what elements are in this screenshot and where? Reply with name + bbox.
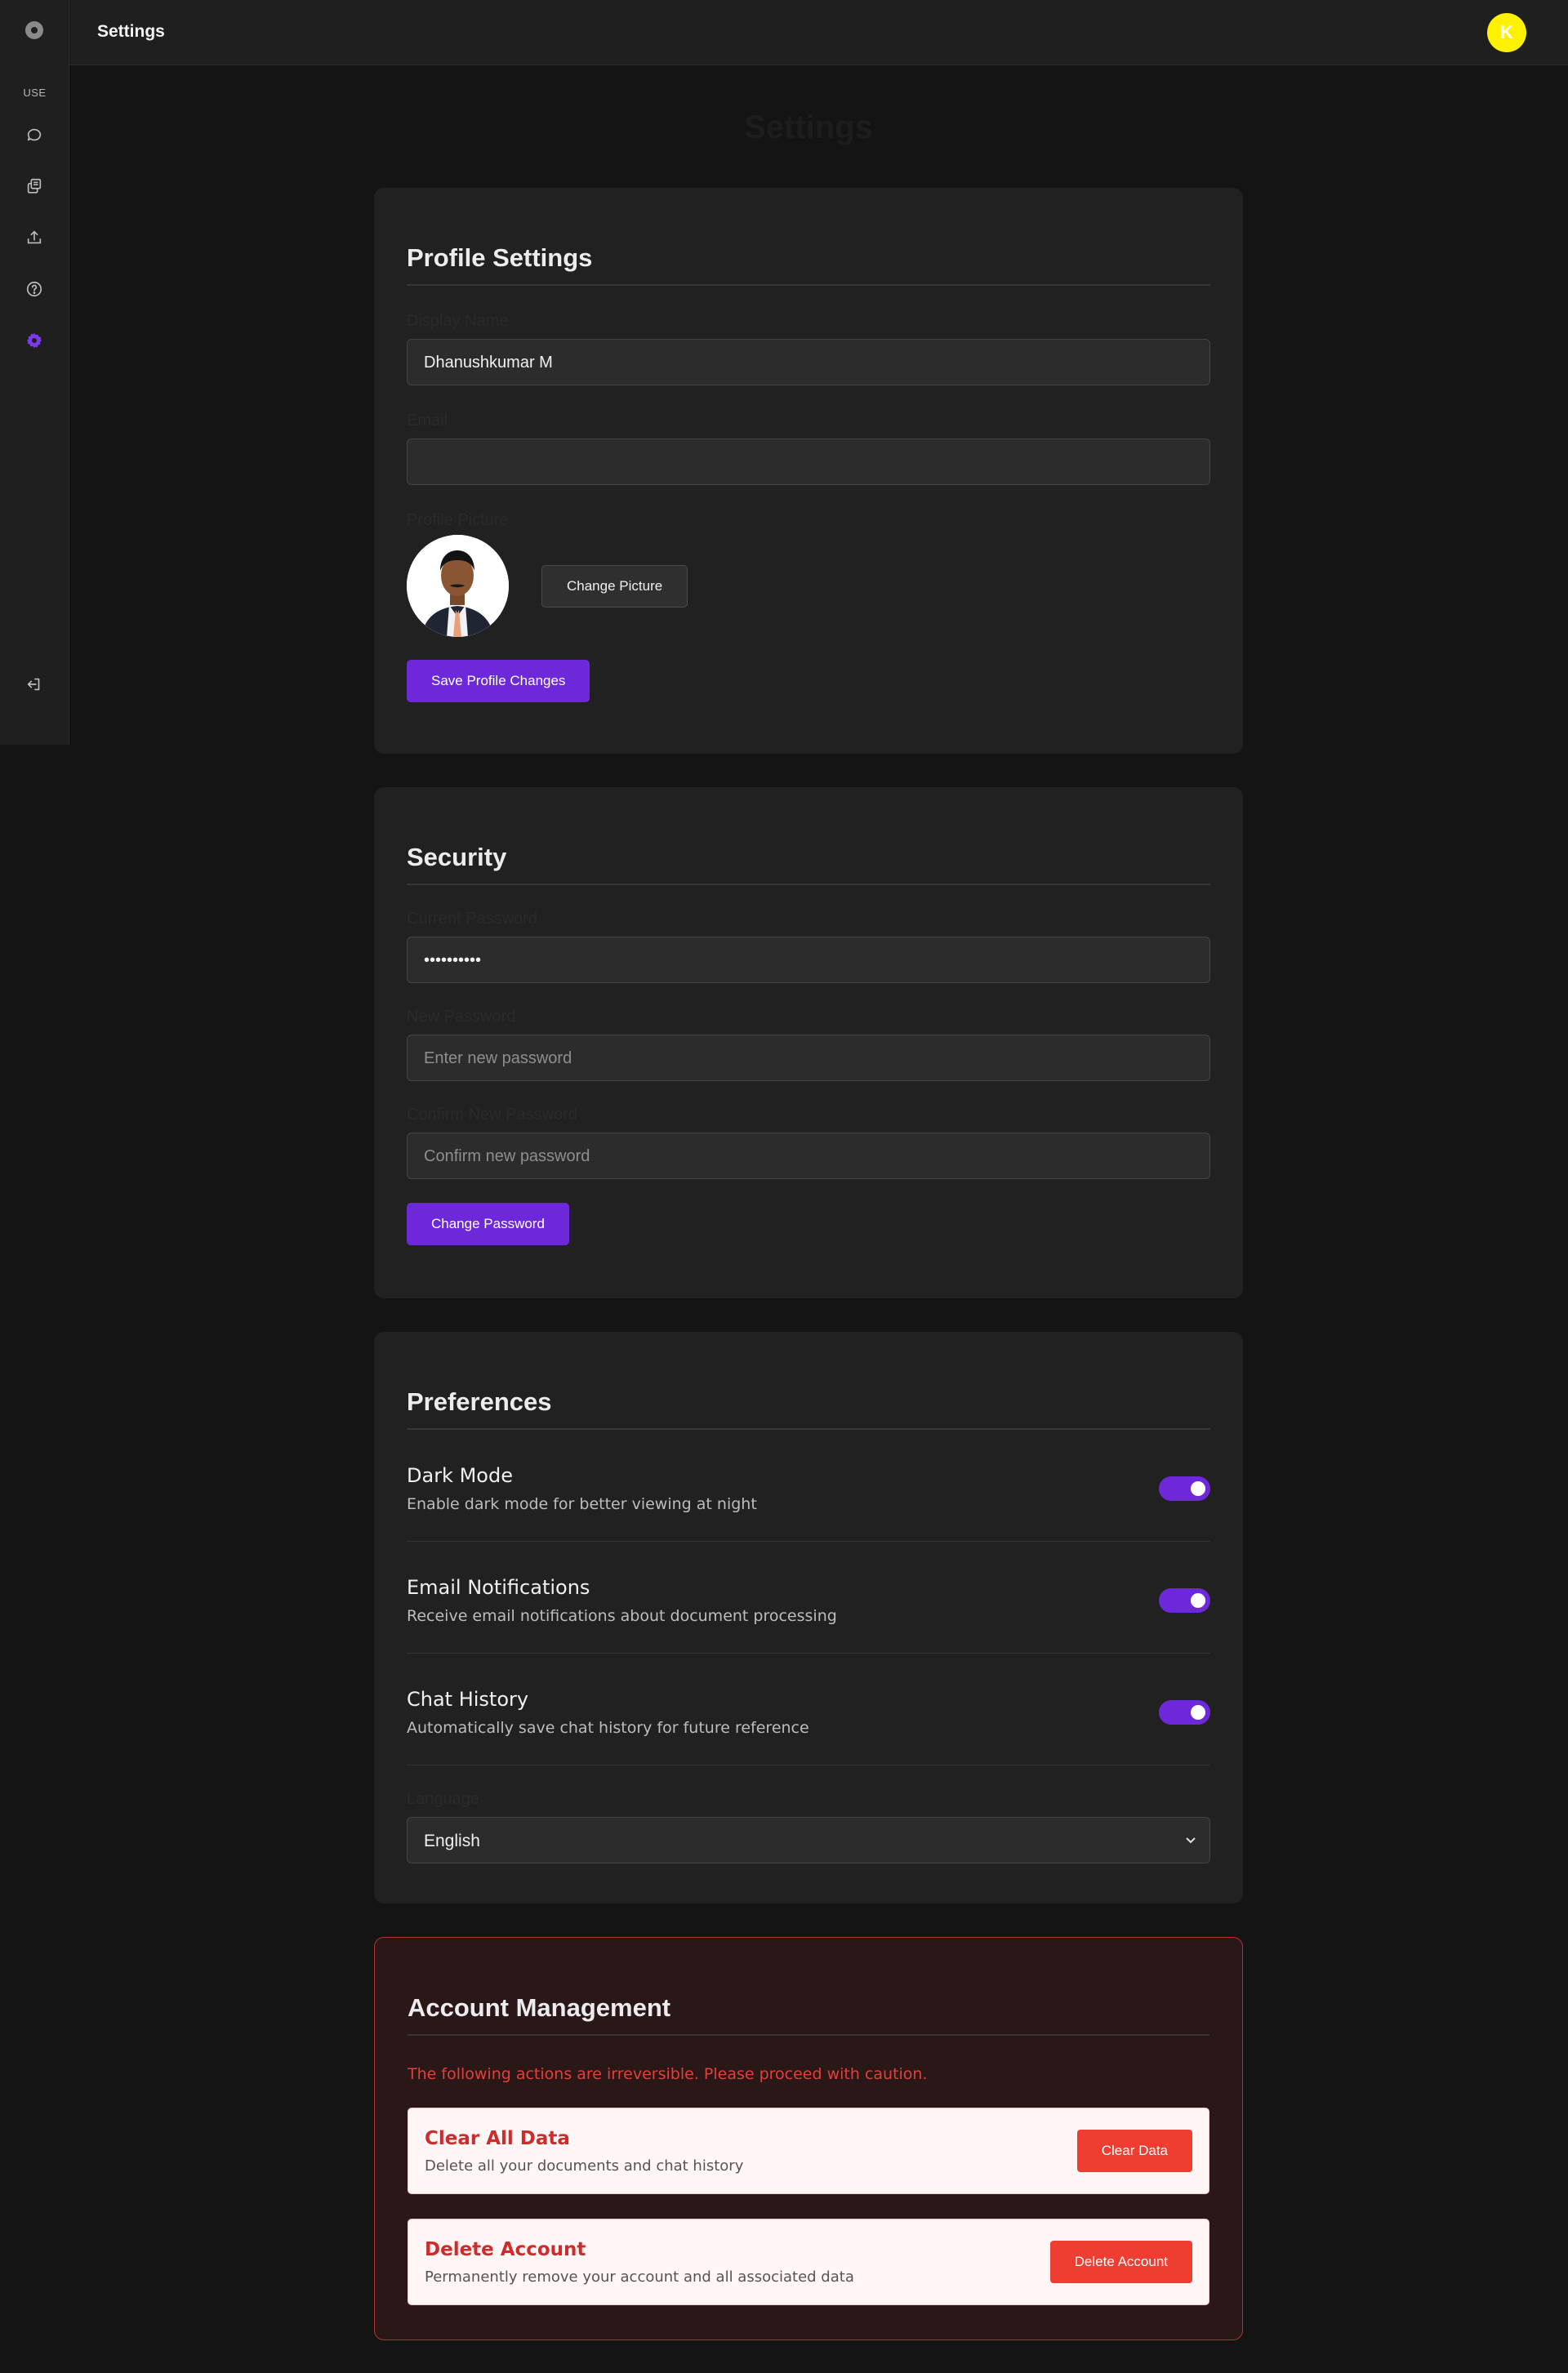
email-label: Email (407, 412, 448, 430)
section-title: Security (407, 787, 1210, 885)
security-card: Security Current Password •••••••••• New… (374, 787, 1243, 1298)
pref-title: Email Notifications (407, 1576, 590, 1599)
email-input[interactable] (407, 439, 1210, 485)
account-management-card: Account Management The following actions… (374, 1937, 1243, 2340)
new-password-label: New Password (407, 1008, 516, 1026)
pref-title: Chat History (407, 1688, 529, 1711)
documents-icon[interactable] (23, 175, 46, 198)
danger-warning: The following actions are irreversible. … (408, 2065, 928, 2083)
chat-history-toggle[interactable] (1159, 1700, 1210, 1725)
chevron-down-icon (1186, 1837, 1196, 1844)
upload-icon[interactable] (23, 226, 46, 249)
display-name-input[interactable]: Dhanushkumar M (407, 339, 1210, 385)
display-name-label: Display Name (407, 312, 509, 330)
pref-desc: Automatically save chat history for futu… (407, 1719, 809, 1737)
section-title: Account Management (408, 1938, 1209, 2036)
delete-account-item: Delete Account Permanently remove your a… (408, 2219, 1209, 2305)
page-heading: Settings (744, 109, 873, 145)
pref-row-dark-mode: Dark Mode Enable dark mode for better vi… (407, 1430, 1210, 1542)
dark-mode-toggle[interactable] (1159, 1476, 1210, 1501)
save-profile-button[interactable]: Save Profile Changes (407, 660, 590, 702)
profile-settings-card: Profile Settings Display Name Dhanushkum… (374, 188, 1243, 754)
danger-title: Delete Account (425, 2238, 586, 2260)
danger-desc: Permanently remove your account and all … (425, 2268, 854, 2286)
settings-icon[interactable] (23, 329, 46, 352)
page-title: Settings (97, 22, 165, 41)
profile-picture (407, 535, 509, 637)
danger-title: Clear All Data (425, 2127, 570, 2149)
language-value: English (407, 1817, 1210, 1863)
pref-row-chat-history: Chat History Automatically save chat his… (407, 1654, 1210, 1765)
confirm-password-label: Confirm New Password (407, 1106, 577, 1124)
profile-picture-label: Profile Picture (407, 511, 509, 529)
user-avatar[interactable]: K (1487, 13, 1526, 52)
top-bar: Settings K (69, 0, 1568, 65)
language-label: Language (407, 1790, 479, 1808)
new-password-input[interactable]: Enter new password (407, 1035, 1210, 1081)
sidebar-section-label: USE (23, 87, 47, 99)
clear-data-item: Clear All Data Delete all your documents… (408, 2108, 1209, 2194)
profile-picture-row: Change Picture (407, 535, 1210, 637)
clear-data-button[interactable]: Clear Data (1076, 2130, 1192, 2172)
preferences-card: Preferences Dark Mode Enable dark mode f… (374, 1332, 1243, 1903)
pref-desc: Receive email notifications about docume… (407, 1607, 837, 1625)
confirm-password-input[interactable]: Confirm new password (407, 1133, 1210, 1179)
help-icon[interactable] (23, 278, 46, 301)
danger-desc: Delete all your documents and chat histo… (425, 2157, 744, 2175)
app-logo-icon[interactable] (25, 21, 43, 39)
current-password-input[interactable]: •••••••••• (407, 937, 1210, 983)
pref-desc: Enable dark mode for better viewing at n… (407, 1495, 757, 1513)
change-password-button[interactable]: Change Password (407, 1203, 569, 1245)
current-password-label: Current Password (407, 910, 538, 928)
delete-account-button[interactable]: Delete Account (1049, 2241, 1192, 2283)
section-title: Profile Settings (407, 188, 1210, 286)
pref-title: Dark Mode (407, 1464, 513, 1487)
logout-icon[interactable] (23, 673, 46, 696)
sidebar: USE (0, 0, 69, 745)
language-select[interactable]: English (407, 1817, 1210, 1863)
pref-row-email-notifications: Email Notifications Receive email notifi… (407, 1542, 1210, 1654)
change-picture-button[interactable]: Change Picture (541, 564, 688, 608)
section-title: Preferences (407, 1332, 1210, 1430)
email-notifications-toggle[interactable] (1159, 1588, 1210, 1613)
chat-bubble-icon[interactable] (23, 123, 46, 146)
